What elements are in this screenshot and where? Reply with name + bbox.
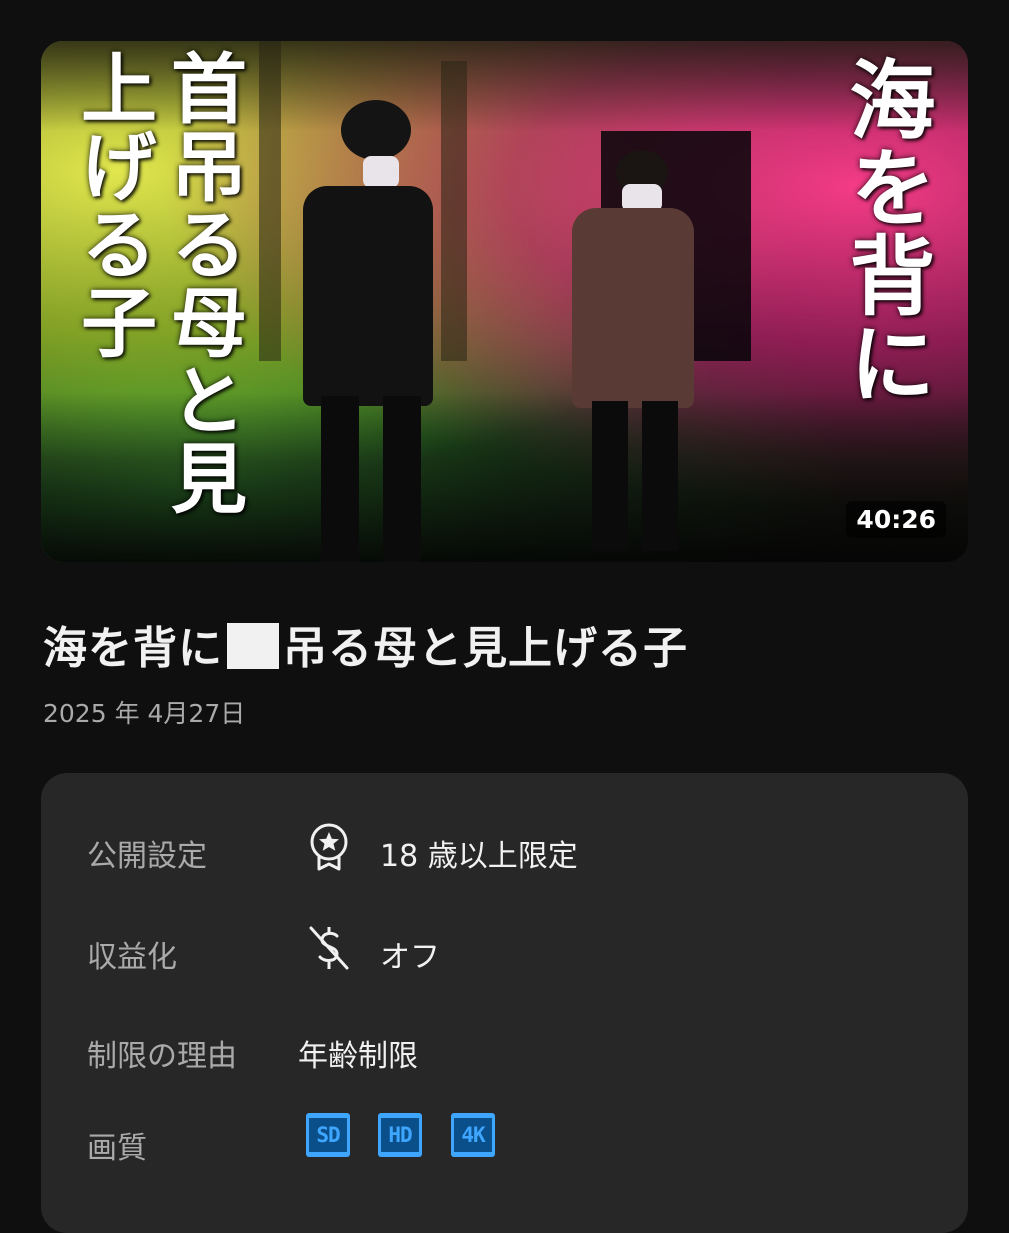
visibility-row: 公開設定 18 歳以上限定 <box>41 817 968 877</box>
award-star-icon <box>310 823 348 871</box>
dollar-off-icon <box>309 926 349 970</box>
visibility-label: 公開設定 <box>87 839 207 874</box>
duration-badge: 40:26 <box>846 501 946 538</box>
video-title-part-2: 吊る母と見上げる子 <box>283 623 688 674</box>
monetization-label: 収益化 <box>87 940 177 975</box>
video-thumbnail[interactable]: 首吊る母と見上げる子 海を背に 40:26 <box>41 41 968 562</box>
restriction-value: 年齢制限 <box>298 1039 418 1074</box>
quality-badge-4k: 4K <box>451 1113 495 1157</box>
video-title-part-1: 海を背に <box>43 623 223 674</box>
thumbnail-person-right <box>566 146 706 551</box>
thumbnail-caption-right: 海を背に <box>834 55 935 407</box>
thumbnail-person-left <box>291 96 441 562</box>
quality-badge-hd: HD <box>378 1113 422 1157</box>
monetization-row: 収益化 オフ <box>41 918 968 978</box>
monetization-value: オフ <box>380 940 440 975</box>
quality-badge-sd: SD <box>306 1113 350 1157</box>
restriction-row: 制限の理由 年齢制限 <box>41 1017 968 1077</box>
restriction-label: 制限の理由 <box>87 1039 237 1074</box>
thumbnail-pillar <box>259 41 281 361</box>
details-card: 公開設定 18 歳以上限定 収益化 オフ 制限の理由 年齢制限 画質 SD HD… <box>41 773 968 1233</box>
visibility-value: 18 歳以上限定 <box>380 839 578 874</box>
video-title: 海を背に 吊る母と見上げる子 <box>43 612 973 676</box>
publish-date: 2025 年 4月27日 <box>43 699 246 728</box>
redaction-block <box>227 623 279 669</box>
thumbnail-caption-left: 首吊る母と見上げる子 <box>68 49 247 517</box>
thumbnail-pillar <box>441 61 467 361</box>
quality-row: 画質 SD HD 4K <box>41 1109 968 1169</box>
quality-label: 画質 <box>87 1131 147 1166</box>
